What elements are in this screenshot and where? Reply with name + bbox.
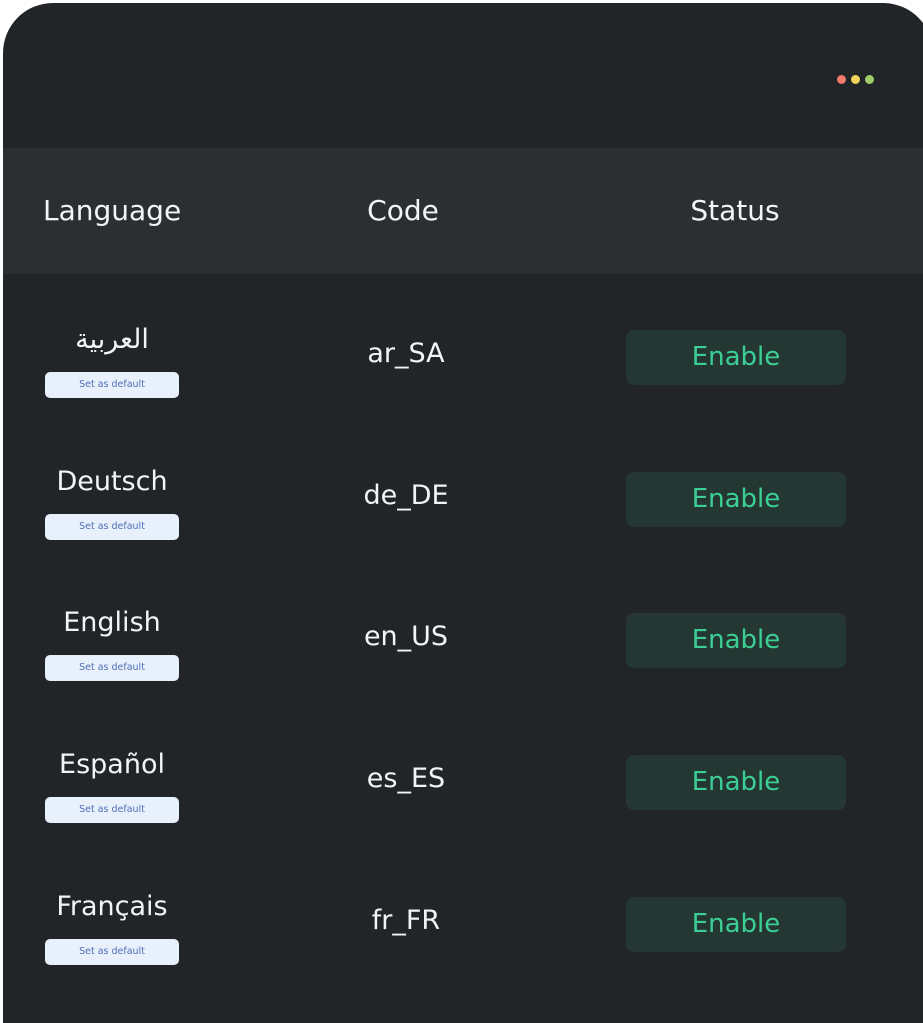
table-row: Français Set as default fr_FR Enable	[3, 887, 923, 1023]
header-status: Status	[690, 194, 780, 227]
set-default-button[interactable]: Set as default	[45, 939, 179, 965]
language-name: Deutsch	[56, 466, 168, 497]
table-row: العربية Set as default ar_SA Enable	[3, 320, 923, 461]
enable-button[interactable]: Enable	[626, 472, 846, 527]
language-settings-window: Language Code Status العربية Set as defa…	[3, 3, 923, 1023]
set-default-button[interactable]: Set as default	[45, 797, 179, 823]
table-header: Language Code Status	[3, 148, 923, 274]
language-name: Español	[59, 749, 165, 780]
header-language: Language	[43, 194, 182, 227]
set-default-button[interactable]: Set as default	[45, 655, 179, 681]
set-default-button[interactable]: Set as default	[45, 514, 179, 540]
enable-button[interactable]: Enable	[626, 897, 846, 952]
language-name: العربية	[75, 324, 149, 355]
yellow-dot-icon[interactable]	[851, 75, 860, 84]
set-default-button[interactable]: Set as default	[45, 372, 179, 398]
table-row: Deutsch Set as default de_DE Enable	[3, 462, 923, 603]
enable-button[interactable]: Enable	[626, 330, 846, 385]
window-controls[interactable]	[837, 75, 874, 84]
language-code: es_ES	[366, 763, 446, 794]
red-dot-icon[interactable]	[837, 75, 846, 84]
header-code: Code	[367, 194, 439, 227]
table-row: Español Set as default es_ES Enable	[3, 745, 923, 886]
enable-button[interactable]: Enable	[626, 755, 846, 810]
language-code: en_US	[363, 621, 449, 652]
language-code: de_DE	[363, 480, 449, 511]
table-row: English Set as default en_US Enable	[3, 603, 923, 744]
language-name: English	[63, 607, 161, 638]
language-code: fr_FR	[371, 905, 441, 936]
enable-button[interactable]: Enable	[626, 613, 846, 668]
language-code: ar_SA	[367, 338, 445, 369]
green-dot-icon[interactable]	[865, 75, 874, 84]
language-name: Français	[56, 891, 168, 922]
